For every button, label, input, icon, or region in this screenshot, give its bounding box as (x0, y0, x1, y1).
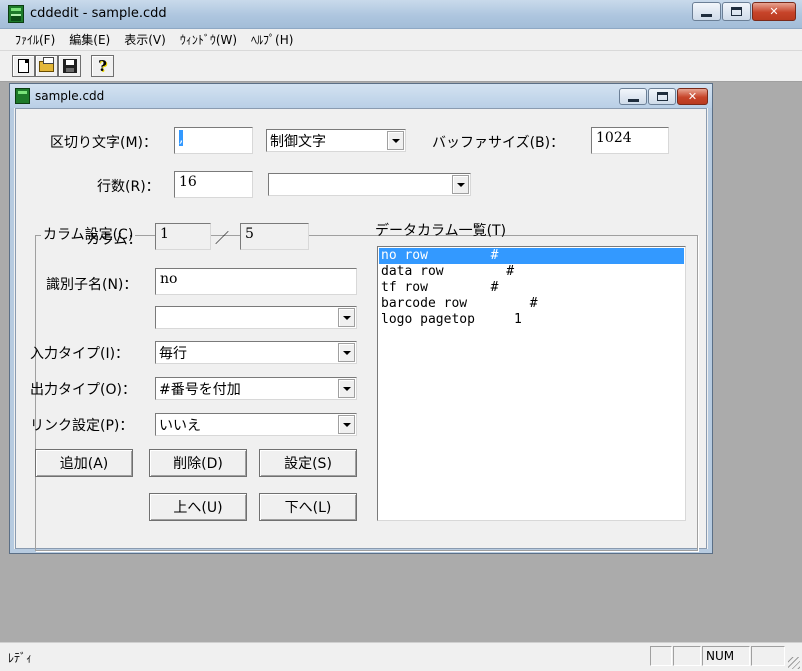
list-item[interactable]: data row # (379, 264, 684, 280)
menu-file[interactable]: ﾌｧｲﾙ(F) (8, 30, 62, 50)
resize-grip-icon[interactable] (788, 657, 800, 669)
menu-view[interactable]: 表示(V) (117, 30, 173, 50)
maximize-icon (731, 7, 742, 16)
status-pane-4 (751, 646, 785, 666)
toolbar: ? (0, 51, 802, 82)
close-button[interactable]: ✕ (752, 2, 796, 21)
chevron-down-icon[interactable] (338, 343, 355, 362)
move-down-button[interactable]: 下へ(L) (259, 493, 357, 521)
minimize-button[interactable] (692, 2, 721, 21)
open-folder-icon (39, 56, 54, 72)
minimize-icon (627, 99, 639, 102)
chevron-down-icon[interactable] (452, 175, 469, 194)
app-caption-buttons: ✕ (691, 2, 796, 21)
input-type-value: 毎行 (159, 346, 187, 362)
chevron-down-icon[interactable] (338, 415, 355, 434)
output-type-label: 出力タイプ(O)： (30, 382, 136, 398)
input-type-select[interactable]: 毎行 (155, 341, 357, 364)
identifier-select[interactable] (155, 306, 357, 329)
document-restore-button[interactable] (648, 88, 676, 105)
menu-edit[interactable]: 編集(E) (62, 30, 117, 50)
menu-window[interactable]: ｳｨﾝﾄﾞｳ(W) (173, 30, 244, 50)
document-title: sample.cdd (35, 89, 105, 103)
new-file-button[interactable] (12, 55, 35, 77)
delimiter-type-value: 制御文字 (270, 134, 326, 150)
output-type-value: #番号を付加 (159, 382, 241, 398)
document-window: sample.cdd ✕ 区切り文字(M)： , 制御文字 バッファサイズ(B)… (9, 83, 713, 554)
move-up-button[interactable]: 上へ(U) (149, 493, 247, 521)
input-type-label: 入力タイプ(I)： (30, 346, 130, 362)
app-icon[interactable] (8, 5, 24, 23)
menubar: ﾌｧｲﾙ(F) 編集(E) 表示(V) ｳｨﾝﾄﾞｳ(W) ﾍﾙﾌﾟ(H) (0, 29, 802, 51)
list-item[interactable]: logo pagetop 1 (379, 312, 684, 328)
close-icon: ✕ (687, 90, 698, 103)
rows-input[interactable]: 16 (174, 171, 253, 198)
status-pane-1 (650, 646, 672, 666)
save-disk-icon (62, 59, 77, 73)
rows-select[interactable] (268, 173, 471, 196)
document-titlebar[interactable]: sample.cdd ✕ (10, 84, 712, 108)
list-item[interactable]: tf row # (379, 280, 684, 296)
app-title: cddedit - sample.cdd (30, 6, 167, 21)
chevron-down-icon[interactable] (387, 131, 404, 150)
column-label: カラム： (86, 232, 142, 248)
status-pane-2 (673, 646, 701, 666)
status-num: NUM (702, 646, 750, 666)
help-icon: ? (98, 57, 107, 75)
toolbar-separator (81, 55, 91, 81)
column-separator: ／ (215, 231, 229, 247)
delimiter-type-select[interactable]: 制御文字 (266, 129, 406, 152)
help-button[interactable]: ? (91, 55, 114, 77)
delimiter-label: 区切り文字(M)： (50, 135, 158, 151)
app-titlebar[interactable]: cddedit - sample.cdd ✕ (0, 0, 802, 29)
delete-button[interactable]: 削除(D) (149, 449, 247, 477)
chevron-down-icon[interactable] (338, 308, 355, 327)
link-value: いいえ (159, 418, 201, 434)
identifier-label: 識別子名(N)： (46, 277, 138, 293)
link-label: リンク設定(P)： (30, 418, 134, 434)
delimiter-input[interactable]: , (174, 127, 253, 154)
list-item[interactable]: barcode row # (379, 296, 684, 312)
chevron-down-icon[interactable] (338, 379, 355, 398)
menu-help[interactable]: ﾍﾙﾌﾟ(H) (244, 30, 300, 50)
restore-icon (656, 92, 668, 101)
document-minimize-button[interactable] (619, 88, 647, 105)
close-icon: ✕ (769, 5, 779, 18)
data-column-list[interactable]: no row # data row # tf row # barcode row… (377, 246, 686, 521)
rows-label: 行数(R)： (97, 179, 160, 195)
open-file-button[interactable] (35, 55, 58, 77)
list-item[interactable]: no row # (379, 248, 684, 264)
delimiter-value: , (179, 130, 184, 146)
minimize-icon (701, 14, 712, 17)
statusbar: ﾚﾃﾞｨ NUM (0, 642, 802, 671)
save-file-button[interactable] (58, 55, 81, 77)
document-caption-buttons: ✕ (618, 88, 708, 105)
buffer-size-input[interactable]: 1024 (591, 127, 669, 154)
output-type-select[interactable]: #番号を付加 (155, 377, 357, 400)
link-select[interactable]: いいえ (155, 413, 357, 436)
document-icon[interactable] (15, 88, 30, 104)
document-form: 区切り文字(M)： , 制御文字 バッファサイズ(B)： 1024 行数(R)：… (15, 108, 707, 551)
data-column-list-label: データカラム一覧(T) (375, 223, 507, 239)
add-button[interactable]: 追加(A) (35, 449, 133, 477)
buffer-size-label: バッファサイズ(B)： (432, 135, 565, 151)
document-close-button[interactable]: ✕ (677, 88, 708, 105)
set-button[interactable]: 設定(S) (259, 449, 357, 477)
new-file-icon (18, 59, 29, 73)
status-text: ﾚﾃﾞｨ (8, 651, 33, 665)
identifier-input[interactable]: no (155, 268, 357, 295)
column-current-field: 1 (155, 223, 211, 250)
column-total-field: 5 (240, 223, 309, 250)
maximize-button[interactable] (722, 2, 751, 21)
